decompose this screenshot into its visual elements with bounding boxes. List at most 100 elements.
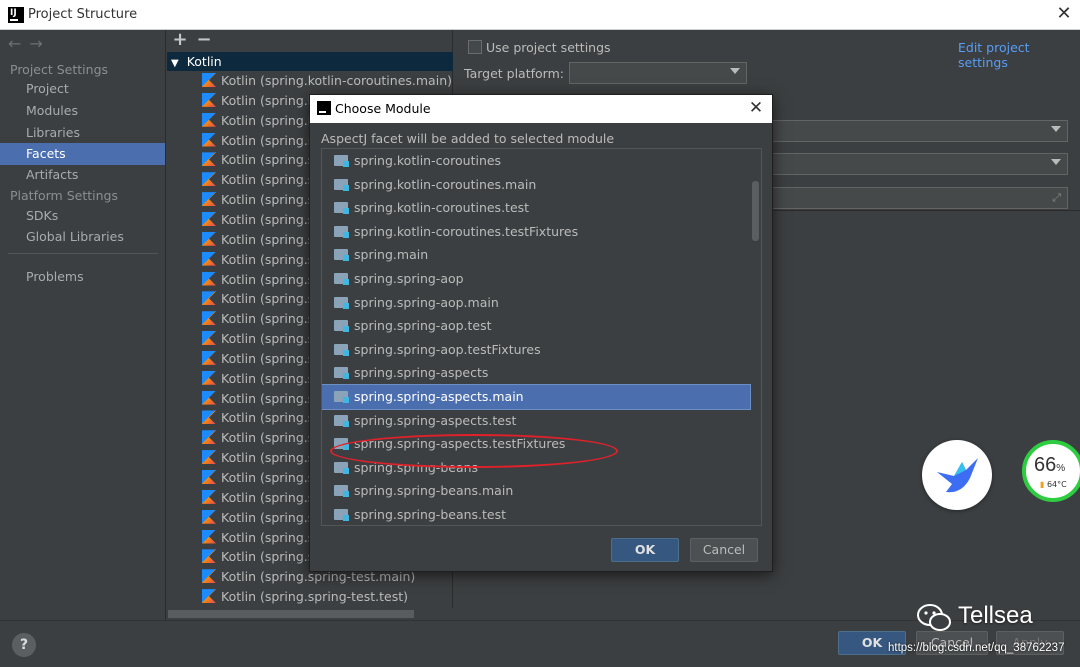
edit-project-settings-link[interactable]: Edit project settings [958,40,1080,70]
sidebar-item-facets[interactable]: Facets [0,143,165,165]
kotlin-icon [202,450,216,465]
sidebar-item-sdks[interactable]: SDKs [0,205,165,227]
watermark-brand: Tellsea [958,602,1033,629]
module-folder-icon [334,178,349,191]
sidebar-item-modules[interactable]: Modules [0,100,165,122]
dialog-cancel-button[interactable]: Cancel [690,538,758,562]
back-forward-arrows[interactable]: ←→ [8,34,51,53]
kotlin-icon [202,92,216,107]
module-list-item[interactable]: spring.spring-aop.test [322,314,750,338]
api-version-select[interactable] [772,120,1068,142]
wechat-logo-icon [917,604,951,631]
module-list-item[interactable]: spring.spring-aop.testFixtures [322,338,750,362]
module-label: spring.kotlin-coroutines.main [354,176,537,192]
module-list-item[interactable]: spring.main [322,243,750,267]
project-settings-header: Project Settings [10,62,109,77]
dialog-ok-button[interactable]: OK [611,538,679,562]
module-list-item[interactable]: spring.spring-beans.main [322,479,750,503]
module-list-item[interactable]: spring.spring-beans.test [322,503,750,525]
module-list-scrollbar[interactable] [752,181,759,241]
module-list-item[interactable]: spring.kotlin-coroutines.test [322,196,750,220]
gauge-percent: 66% [1034,454,1065,477]
module-list-item[interactable]: spring.kotlin-coroutines.testFixtures [322,220,750,244]
choose-module-dialog: Choose Module ✕ AspectJ facet will be ad… [309,94,773,572]
module-list-item[interactable]: spring.spring-aop [322,267,750,291]
kotlin-icon [202,509,216,524]
dialog-titlebar: Choose Module ✕ [310,95,772,123]
window-titlebar: Project Structure ✕ [0,0,1080,30]
use-project-settings-checkbox[interactable] [468,40,482,54]
target-platform-select[interactable] [569,62,747,84]
gauge-temperature-value: 64°C [1046,480,1067,489]
module-list-item[interactable]: spring.spring-aspects [322,361,750,385]
module-label: spring.spring-aop.test [354,318,492,334]
kotlin-icon [202,549,216,564]
module-folder-icon [334,202,349,215]
gauge-temperature: ▮ 64°C [1040,480,1067,489]
kotlin-icon [202,192,216,207]
module-label: spring.spring-beans.main [354,483,514,499]
tree-root-kotlin[interactable]: ▼ Kotlin [167,52,453,71]
kotlin-icon [202,529,216,544]
module-folder-icon [334,273,349,285]
tree-row-label: Kotlin (spring.kotlin-coroutines.main) [221,73,452,88]
dialog-hint: AspectJ facet will be added to selected … [321,131,615,146]
kotlin-icon [202,430,216,445]
tree-row[interactable]: Kotlin (spring.spring-test.test) [202,587,454,607]
module-folder-icon [334,391,349,403]
remove-facet-button[interactable]: − [194,30,214,50]
add-facet-button[interactable]: + [170,30,190,50]
kotlin-icon [202,271,216,286]
sidebar-item-artifacts[interactable]: Artifacts [0,164,165,186]
expand-field-icon[interactable]: ⤢ [1052,191,1061,205]
window-close-icon[interactable]: ✕ [1054,4,1074,24]
module-list-item[interactable]: spring.spring-aspects.main [322,384,751,410]
module-list-item[interactable]: spring.spring-aop.main [322,291,750,315]
module-folder-icon [334,414,349,427]
kotlin-icon [202,331,216,346]
settings-sidebar: ←→ Project Settings Project Modules Libr… [0,30,165,620]
tree-row-label: Kotlin (spring.spring-test.test) [221,589,409,605]
module-list-item[interactable]: spring.kotlin-coroutines [322,149,750,173]
compiler-options-field[interactable]: ⤢ [772,187,1068,209]
tree-horizontal-scrollbar[interactable] [168,610,414,618]
feishu-bird-widget[interactable] [922,440,992,510]
dialog-close-icon[interactable]: ✕ [746,98,766,118]
module-label: spring.spring-beans.test [354,507,507,522]
sidebar-divider [8,253,158,254]
module-label: spring.main [354,247,429,263]
module-list-item[interactable]: spring.kotlin-coroutines.main [322,173,750,197]
module-label: spring.spring-aop.testFixtures [354,341,541,357]
watermark-url: https://blog.csdn.net/qq_38762237 [888,642,1065,654]
kotlin-icon [202,231,216,246]
platform-settings-header: Platform Settings [10,188,118,203]
window-title: Project Structure [28,7,138,22]
kotlin-icon [202,489,216,504]
sidebar-item-project[interactable]: Project [0,78,165,100]
module-label: spring.kotlin-coroutines [354,153,502,168]
kotlin-icon [202,291,216,306]
tree-root-label: Kotlin [186,54,222,69]
module-folder-icon [334,320,349,333]
module-label: spring.kotlin-coroutines.testFixtures [354,223,579,239]
target-platform-label: Target platform: [464,66,564,81]
module-list-item[interactable]: spring.spring-aspects.test [322,409,750,433]
language-version-select[interactable] [772,153,1068,175]
sidebar-item-problems[interactable]: Problems [0,266,165,288]
kotlin-icon [202,73,216,87]
kotlin-icon [202,152,216,167]
module-label: spring.spring-aop.main [354,294,499,310]
module-list[interactable]: spring.kotlin-coroutines spring.kotlin-co… [321,148,762,526]
sidebar-item-global-libraries[interactable]: Global Libraries [0,226,165,248]
kotlin-icon [202,410,216,425]
module-folder-icon [334,249,349,262]
intellij-app-icon [317,101,331,115]
gauge-percent-value: 66 [1034,454,1057,476]
tree-row[interactable]: Kotlin (spring.kotlin-coroutines.main) [202,71,454,91]
kotlin-icon [202,569,216,584]
sidebar-item-libraries[interactable]: Libraries [0,122,165,144]
module-label: spring.spring-aspects.test [354,412,517,428]
module-folder-icon [334,225,349,238]
cpu-usage-gauge[interactable]: 66% ▮ 64°C [1022,440,1080,502]
help-button[interactable]: ? [12,633,36,657]
